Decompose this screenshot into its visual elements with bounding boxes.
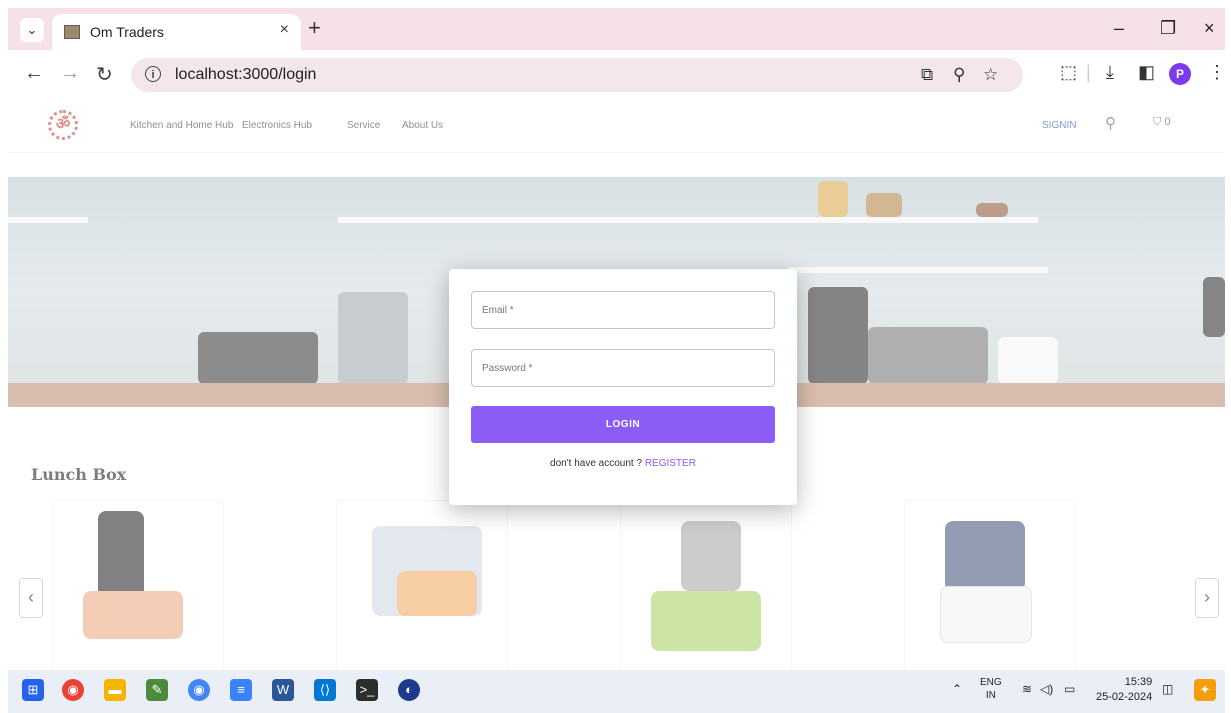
terminal-icon[interactable]: >_ <box>356 679 378 701</box>
chrome-profile-icon[interactable]: ◉ <box>188 679 210 701</box>
menu-icon[interactable]: ⋮ <box>1208 62 1226 83</box>
minimize-button[interactable]: – <box>1114 18 1124 39</box>
extensions-icon[interactable]: ⬚ <box>1060 62 1077 83</box>
close-window-button[interactable]: × <box>1204 18 1215 39</box>
info-icon[interactable]: i <box>145 66 161 82</box>
tab-strip: ⌄ Om Traders × + – ❐ × <box>8 8 1225 50</box>
new-tab-button[interactable]: + <box>308 15 321 41</box>
battery-icon[interactable]: ▭ <box>1064 682 1075 696</box>
clock-time: 15:39 <box>1124 676 1153 688</box>
reload-icon[interactable]: ↻ <box>96 62 113 87</box>
toolbar-divider: | <box>1086 62 1091 82</box>
tab-om-traders[interactable]: Om Traders × <box>52 14 301 50</box>
word-icon[interactable]: W <box>272 679 294 701</box>
login-button[interactable]: LOGIN <box>471 406 775 443</box>
restore-button[interactable]: ❐ <box>1160 18 1176 39</box>
browser-toolbar: ← → ↻ i localhost:3000/login ⧉ ⚲ ☆ ⬚ | ⤓… <box>8 50 1226 100</box>
email-field[interactable] <box>471 291 775 329</box>
register-row: don't have account ? REGISTER <box>449 458 797 469</box>
register-link[interactable]: REGISTER <box>645 458 696 469</box>
downloads-icon[interactable]: ⤓ <box>1106 62 1114 83</box>
clock-date: 25-02-2024 <box>1096 691 1153 703</box>
windows-taskbar: ⊞ ◉ ▬ ✎ ◉ ≡ W ⟨⟩ >_ ◐ ⌃ ENG IN ≋ ◁) ▭ 15… <box>8 670 1225 713</box>
cast-icon[interactable]: ⧉ <box>921 65 933 85</box>
back-icon[interactable]: ← <box>24 62 44 85</box>
zoom-icon[interactable]: ⚲ <box>953 65 965 85</box>
tab-title: Om Traders <box>90 24 164 40</box>
eclipse-icon[interactable]: ◐ <box>398 679 420 701</box>
sidepanel-icon[interactable]: ◧ <box>1138 62 1155 83</box>
tab-search-button[interactable]: ⌄ <box>20 18 44 42</box>
notepad-icon[interactable]: ≡ <box>230 679 252 701</box>
lang-secondary: IN <box>985 690 996 701</box>
wifi-icon[interactable]: ≋ <box>1022 682 1032 696</box>
volume-icon[interactable]: ◁) <box>1040 682 1053 696</box>
tray-chevron-icon[interactable]: ⌃ <box>952 682 962 696</box>
password-input[interactable] <box>472 350 774 386</box>
password-field[interactable] <box>471 349 775 387</box>
register-prompt: don't have account ? <box>550 458 643 469</box>
url-text[interactable]: localhost:3000/login <box>175 66 316 84</box>
login-modal: LOGIN don't have account ? REGISTER <box>449 269 797 505</box>
widget-icon[interactable]: ✦ <box>1194 679 1216 701</box>
start-icon[interactable]: ⊞ <box>22 679 44 701</box>
profile-avatar[interactable]: P <box>1169 63 1191 85</box>
file-explorer-icon[interactable]: ▬ <box>104 679 126 701</box>
address-bar[interactable]: i localhost:3000/login ⧉ ⚲ ☆ <box>131 58 1023 92</box>
email-input[interactable] <box>472 292 774 328</box>
vscode-icon[interactable]: ⟨⟩ <box>314 679 336 701</box>
forward-icon[interactable]: → <box>60 62 80 85</box>
notification-icon[interactable]: ◫ <box>1162 682 1173 696</box>
star-icon[interactable]: ☆ <box>983 65 998 85</box>
language-indicator[interactable]: ENG IN <box>980 676 1002 702</box>
favicon-icon <box>64 25 80 39</box>
photos-icon[interactable]: ✎ <box>146 679 168 701</box>
lang-primary: ENG <box>980 677 1002 688</box>
clock[interactable]: 15:39 25-02-2024 <box>1096 675 1152 705</box>
tab-close-icon[interactable]: × <box>280 21 289 39</box>
chrome-icon[interactable]: ◉ <box>62 679 84 701</box>
web-page: ॐ Kitchen and Home Hub Electronics Hub S… <box>8 100 1225 670</box>
